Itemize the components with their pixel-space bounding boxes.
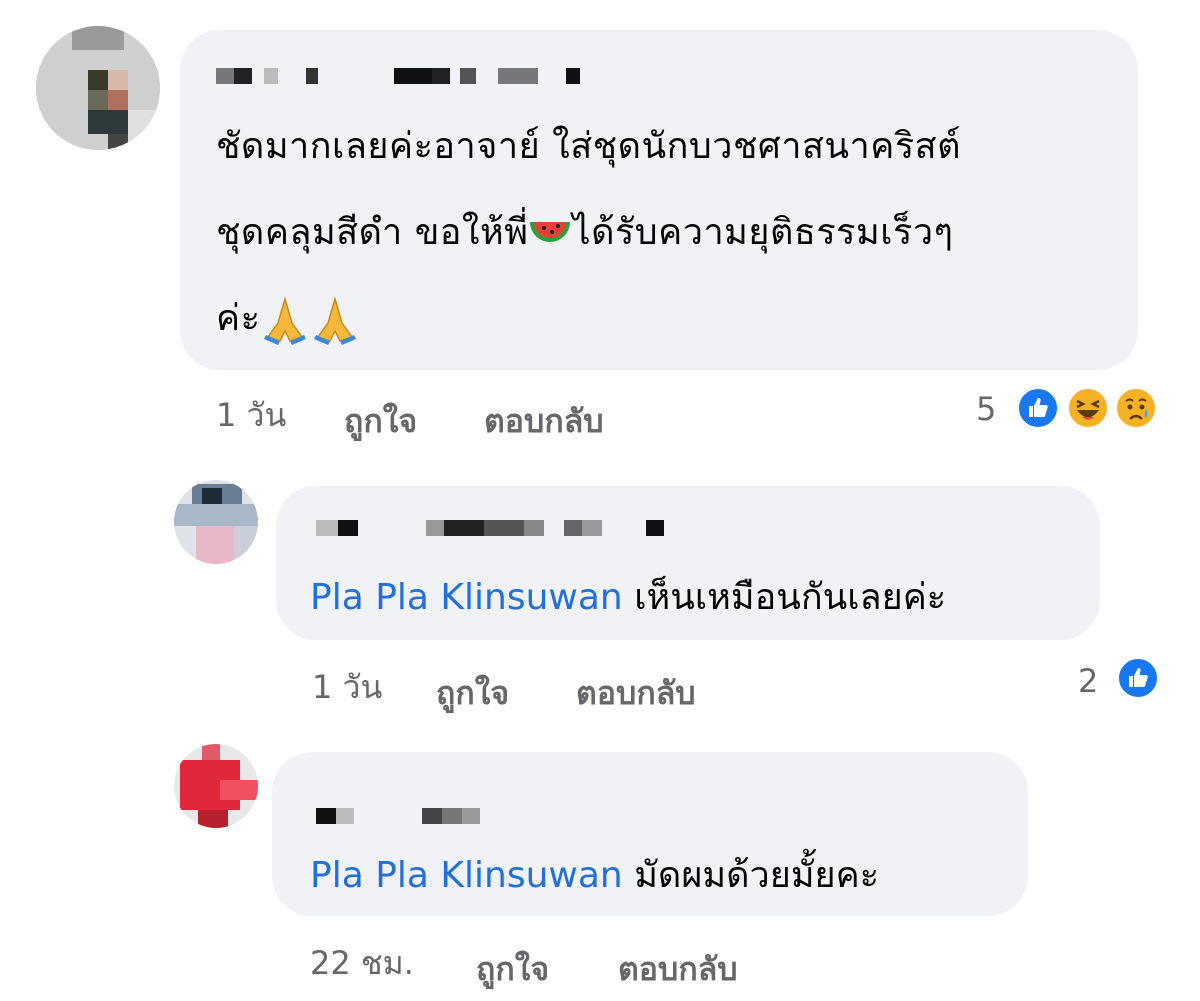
comment-line-2b: ได้รับความยุติธรรมเร็วๆ <box>572 212 954 253</box>
reply-bubble: Pla Pla Klinsuwan มัดผมด้วยมั้ยคะ <box>272 752 1028 916</box>
reply-button[interactable]: ตอบกลับ <box>484 396 604 447</box>
reaction-count[interactable]: 2 <box>1078 662 1098 700</box>
reply-bubble: Pla Pla Klinsuwan เห็นเหมือนกันเลยค่ะ <box>276 486 1100 640</box>
haha-icon[interactable] <box>1066 386 1110 430</box>
reaction-count[interactable]: 5 <box>976 390 996 428</box>
comment-line-1: ชัดมากเลยค่ะอาจาย์ ใส่ชุดนักบวชศาสนาคริส… <box>216 126 962 167</box>
comment-bubble: ชัดมากเลยค่ะอาจาย์ ใส่ชุดนักบวชศาสนาคริส… <box>180 30 1138 370</box>
author-name-redacted <box>216 68 580 84</box>
reply-button[interactable]: ตอบกลับ <box>576 668 696 719</box>
reply-timestamp[interactable]: 22 ชม. <box>310 938 414 989</box>
comment-line-2a: ชุดคลุมสีดำ ขอให้พี่ <box>216 212 529 253</box>
like-button[interactable]: ถูกใจ <box>344 396 417 447</box>
comment-line-3: ค่ะ <box>216 298 261 339</box>
comment-timestamp[interactable]: 1 วัน <box>216 390 286 441</box>
folded-hands-icon <box>264 296 307 345</box>
like-button[interactable]: ถูกใจ <box>436 668 509 719</box>
like-icon[interactable] <box>1016 386 1060 430</box>
mention-link[interactable]: Pla Pla Klinsuwan <box>310 577 623 618</box>
like-button[interactable]: ถูกใจ <box>476 944 549 995</box>
reply-text: Pla Pla Klinsuwan มัดผมด้วยมั้ยคะ <box>310 854 879 898</box>
reply-message: มัดผมด้วยมั้ยคะ <box>634 855 880 896</box>
reply-avatar[interactable] <box>174 480 258 564</box>
like-icon[interactable] <box>1116 656 1160 700</box>
author-name-redacted <box>316 520 664 536</box>
author-name-redacted <box>316 808 496 824</box>
reply-text: Pla Pla Klinsuwan เห็นเหมือนกันเลยค่ะ <box>310 576 946 620</box>
reply-button[interactable]: ตอบกลับ <box>618 944 738 995</box>
commenter-avatar[interactable] <box>36 26 160 150</box>
reply-avatar[interactable] <box>174 744 258 828</box>
folded-hands-icon <box>314 296 357 345</box>
reply-message: เห็นเหมือนกันเลยค่ะ <box>634 577 947 618</box>
watermelon-icon <box>530 222 571 242</box>
mention-link[interactable]: Pla Pla Klinsuwan <box>310 855 623 896</box>
sad-icon[interactable] <box>1114 386 1158 430</box>
comment-text: ชัดมากเลยค่ะอาจาย์ ใส่ชุดนักบวชศาสนาคริส… <box>216 104 1116 362</box>
reply-timestamp[interactable]: 1 วัน <box>312 662 382 713</box>
